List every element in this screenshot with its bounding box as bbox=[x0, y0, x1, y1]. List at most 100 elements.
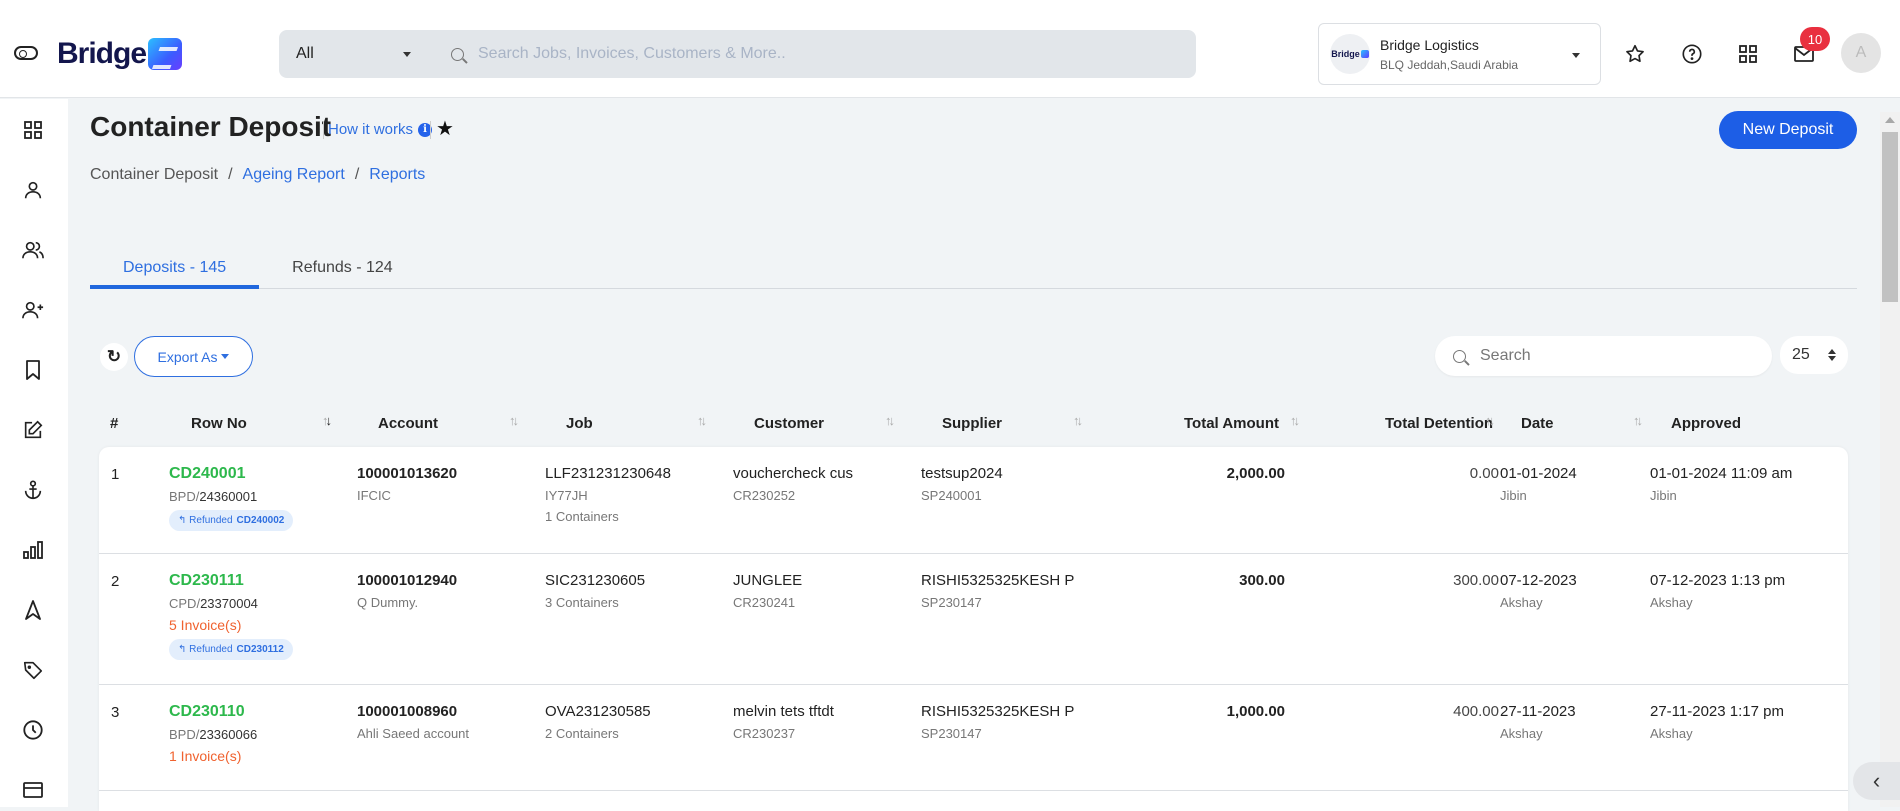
scroll-thumb[interactable] bbox=[1882, 132, 1898, 302]
sort-icon[interactable]: ↑↓ bbox=[697, 413, 707, 428]
export-as-button[interactable]: Export As bbox=[134, 336, 253, 377]
edit-icon[interactable] bbox=[20, 417, 46, 443]
credit-card-icon[interactable] bbox=[20, 777, 46, 803]
refunded-badge[interactable]: ↰ Refunded CD240002 bbox=[169, 510, 294, 531]
users-icon[interactable] bbox=[20, 237, 46, 263]
table-row[interactable]: 2 CD230111 CPD/23370004 5 Invoice(s) ↰ R… bbox=[99, 554, 1848, 685]
apps-grid-icon[interactable] bbox=[1736, 42, 1760, 66]
sort-icon[interactable]: ↑↓ bbox=[1633, 413, 1643, 428]
job-cell: LLF231231230648 IY77JH 1 Containers bbox=[545, 465, 671, 524]
clock-icon[interactable] bbox=[20, 717, 46, 743]
global-search-field bbox=[431, 30, 1196, 78]
column-header-job[interactable]: Job bbox=[566, 415, 593, 432]
global-search-input[interactable] bbox=[478, 45, 1158, 63]
search-scope-value: All bbox=[296, 45, 314, 62]
job-number[interactable]: SIC231230605 bbox=[545, 572, 645, 589]
sort-icon[interactable]: ↑↓ bbox=[509, 413, 519, 428]
company-name: Bridge Logistics bbox=[1380, 36, 1479, 53]
column-header-supplier[interactable]: Supplier bbox=[942, 415, 1002, 432]
tab-refunds[interactable]: Refunds - 124 bbox=[259, 247, 426, 289]
company-switcher[interactable]: Bridge Bridge Logistics BLQ Jeddah,Saudi… bbox=[1318, 23, 1601, 85]
bookmark-icon[interactable] bbox=[20, 357, 46, 383]
column-header-date[interactable]: Date bbox=[1521, 415, 1554, 432]
account-name: IFCIC bbox=[357, 488, 391, 503]
column-header-account[interactable]: Account bbox=[378, 415, 438, 432]
navigation-icon[interactable] bbox=[20, 597, 46, 623]
column-header-customer[interactable]: Customer bbox=[754, 415, 824, 432]
reply-icon: ↰ bbox=[178, 644, 187, 655]
sort-icon[interactable]: ↑↓ bbox=[1290, 413, 1300, 428]
supplier-code: SP240001 bbox=[921, 488, 982, 503]
chevron-down-icon bbox=[403, 51, 411, 57]
breadcrumb-item-reports[interactable]: Reports bbox=[369, 166, 425, 184]
approved-cell: 27-11-2023 1:17 pm Akshay bbox=[1650, 703, 1784, 741]
total-detention: 0.00 bbox=[1469, 465, 1499, 482]
job-number[interactable]: LLF231231230648 bbox=[545, 465, 671, 482]
breadcrumb-item-ageing-report[interactable]: Ageing Report bbox=[243, 166, 345, 184]
supplier-cell: RISHI5325325KESH P SP230147 bbox=[921, 572, 1074, 610]
dashboard-icon[interactable] bbox=[20, 117, 46, 143]
invoices-link[interactable]: 1 Invoice(s) bbox=[169, 748, 257, 764]
customer-cell: JUNGLEE CR230241 bbox=[733, 572, 802, 610]
page-scrollbar[interactable] bbox=[1880, 112, 1900, 807]
invoices-link[interactable]: 5 Invoice(s) bbox=[169, 617, 293, 633]
app-logo[interactable]: Bridge bbox=[57, 34, 183, 74]
containers-count: 3 Containers bbox=[545, 595, 619, 610]
avatar[interactable]: A bbox=[1841, 33, 1881, 73]
tag-icon[interactable] bbox=[20, 657, 46, 683]
refresh-icon[interactable]: ↻ bbox=[100, 343, 128, 371]
search-scope-select[interactable]: All bbox=[279, 30, 431, 78]
column-header-total-detention[interactable]: Total Detention bbox=[1385, 415, 1493, 432]
company-logo-mark-icon bbox=[1360, 50, 1369, 58]
new-deposit-button[interactable]: New Deposit bbox=[1719, 111, 1857, 149]
logo-mark-icon bbox=[148, 38, 183, 70]
favorite-star-icon[interactable]: ★ bbox=[436, 116, 454, 141]
page-size-select[interactable]: 25 bbox=[1780, 336, 1848, 374]
star-icon[interactable] bbox=[1623, 42, 1647, 66]
approved-value: 07-12-2023 1:13 pm bbox=[1650, 572, 1786, 589]
table-row[interactable]: 3 CD230110 BPD/23360066 1 Invoice(s) 100… bbox=[99, 685, 1848, 791]
collapse-panel-chevron-left-icon[interactable]: ‹ bbox=[1853, 762, 1900, 800]
user-icon[interactable] bbox=[20, 177, 46, 203]
supplier-name: testsup2024 bbox=[921, 465, 1003, 482]
row-no-link[interactable]: CD230110 bbox=[169, 703, 257, 721]
row-no-link[interactable]: CD230111 bbox=[169, 572, 293, 590]
job-number[interactable]: OVA231230585 bbox=[545, 703, 651, 720]
sort-icon[interactable]: ↑↓ bbox=[885, 413, 895, 428]
row-no-link[interactable]: CD240001 bbox=[169, 465, 293, 483]
sort-icon[interactable]: ↑↓ bbox=[1485, 413, 1495, 428]
help-icon[interactable] bbox=[1680, 42, 1704, 66]
refunded-id: CD240002 bbox=[236, 515, 285, 526]
table-header: # Row No ↑↓ Account ↑↓ Job ↑↓ Customer ↑… bbox=[90, 399, 1857, 447]
total-amount: 2,000.00 bbox=[1226, 465, 1285, 482]
refunded-badge[interactable]: ↰ Refunded CD230112 bbox=[169, 639, 293, 660]
user-plus-icon[interactable] bbox=[20, 297, 46, 323]
account-number: 100001013620 bbox=[357, 465, 458, 482]
global-search-group: All bbox=[279, 30, 1196, 78]
title-divider bbox=[430, 121, 431, 139]
column-header-row-no[interactable]: Row No bbox=[191, 415, 247, 432]
approved-by: Jibin bbox=[1650, 488, 1677, 503]
chevron-down-icon bbox=[1572, 53, 1580, 58]
bar-chart-icon[interactable] bbox=[20, 537, 46, 563]
ref-number: 23370004 bbox=[200, 596, 258, 611]
tab-deposits[interactable]: Deposits - 145 bbox=[90, 247, 260, 289]
anchor-icon[interactable] bbox=[20, 477, 46, 503]
breadcrumb-separator: / bbox=[354, 166, 360, 183]
how-it-works-link[interactable]: How it works i bbox=[328, 121, 433, 138]
column-header-total-amount[interactable]: Total Amount bbox=[1184, 415, 1279, 432]
column-header-approved[interactable]: Approved bbox=[1671, 415, 1741, 432]
date-cell: 27-11-2023 Akshay bbox=[1500, 703, 1576, 741]
job-cell: SIC231230605 3 Containers bbox=[545, 572, 645, 610]
row-no-cell: CD240001 BPD/24360001 ↰ Refunded CD240002 bbox=[169, 465, 294, 531]
table-search-input[interactable] bbox=[1480, 347, 1750, 365]
sidebar-toggle-icon[interactable] bbox=[14, 46, 38, 60]
scroll-up-arrow-icon[interactable] bbox=[1885, 117, 1895, 123]
sort-desc-icon[interactable]: ↑↓ bbox=[322, 413, 332, 428]
sort-icon[interactable]: ↑↓ bbox=[1073, 413, 1083, 428]
date-by: Jibin bbox=[1500, 488, 1527, 503]
table-row[interactable]: 1 CD240001 BPD/24360001 ↰ Refunded CD2400… bbox=[99, 447, 1848, 554]
notification-badge: 10 bbox=[1800, 27, 1830, 51]
supplier-code: SP230147 bbox=[921, 726, 982, 741]
supplier-name: RISHI5325325KESH P bbox=[921, 703, 1075, 720]
